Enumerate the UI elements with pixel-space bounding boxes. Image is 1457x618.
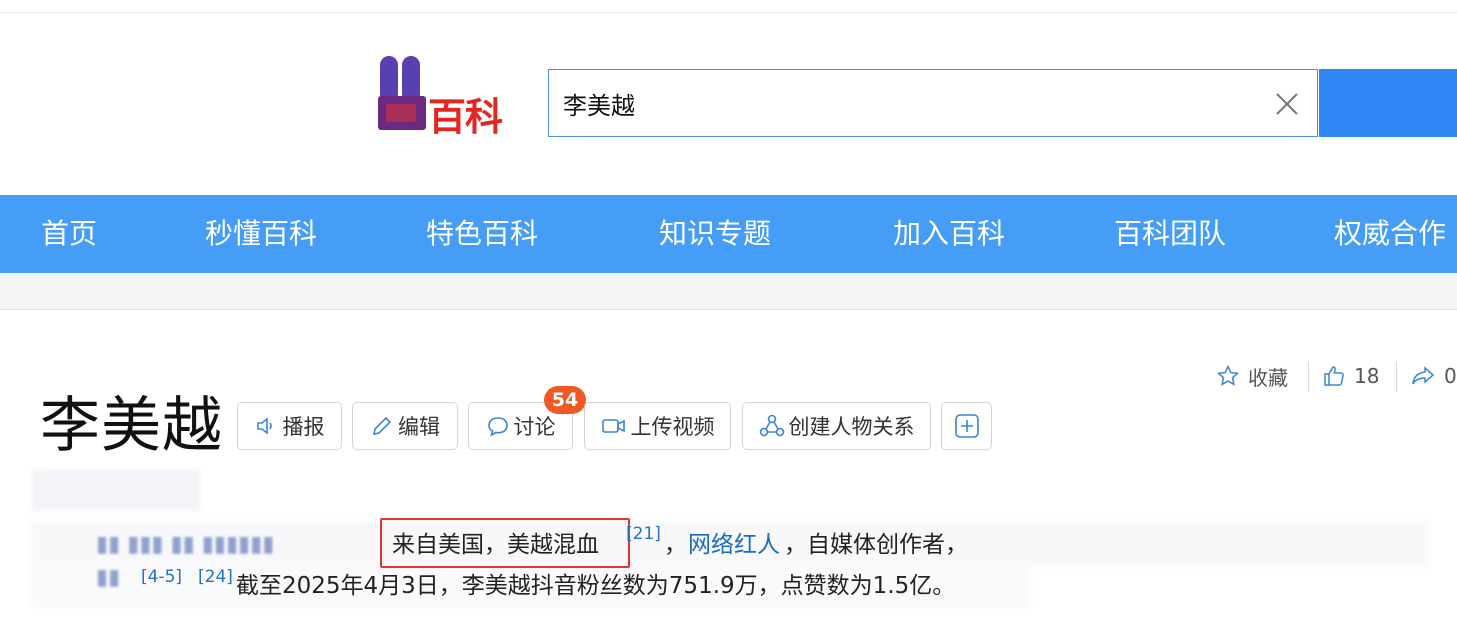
citation-4-5[interactable]: [4-5] — [141, 567, 182, 587]
summary-line1-rest: ，自媒体创作者， — [784, 532, 968, 558]
logo-ear-left — [380, 56, 398, 98]
create-relation-button[interactable]: 创建人物关系 — [742, 402, 931, 450]
upload-video-button[interactable]: 上传视频 — [584, 402, 731, 450]
nav-item-join[interactable]: 加入百科 — [893, 195, 1005, 273]
discuss-count-badge: 54 — [544, 386, 586, 414]
close-icon[interactable] — [1275, 92, 1299, 116]
nav-item-featured[interactable]: 特色百科 — [426, 195, 538, 273]
like-button[interactable]: 18 — [1322, 360, 1379, 392]
upload-video-label: 上传视频 — [630, 415, 715, 439]
add-more-button[interactable] — [941, 402, 992, 450]
citation-21[interactable]: [21] — [626, 524, 661, 544]
edit-button[interactable]: 编辑 — [352, 402, 458, 450]
search-button[interactable] — [1319, 69, 1457, 137]
speaker-icon — [256, 417, 272, 435]
top-divider — [0, 12, 1457, 13]
share-button[interactable]: 0 — [1410, 360, 1457, 392]
logo-text: 百科 — [428, 95, 503, 139]
nav-item-partners[interactable]: 权威合作 — [1334, 195, 1446, 273]
favorite-button[interactable]: 收藏 — [1216, 360, 1288, 392]
main-nav: 首页 秒懂百科 特色百科 知识专题 加入百科 百科团队 权威合作 — [0, 195, 1457, 273]
blurred-region — [32, 470, 200, 510]
logo-ear-right — [402, 56, 420, 98]
page-title: 李美越 — [40, 391, 223, 461]
thumbs-up-icon — [1324, 366, 1344, 386]
discuss-label: 讨论 — [513, 415, 556, 439]
star-icon — [1216, 364, 1240, 386]
sub-bar — [0, 273, 1457, 310]
edit-label: 编辑 — [398, 415, 440, 439]
share-count: 0 — [1444, 364, 1457, 388]
favorite-label: 收藏 — [1248, 365, 1288, 390]
baike-logo[interactable]: 百科 — [378, 56, 528, 139]
divider — [1308, 362, 1309, 392]
nav-item-home[interactable]: 首页 — [41, 195, 97, 273]
nav-item-miaodong[interactable]: 秒懂百科 — [205, 195, 317, 273]
share-arrow-icon — [1412, 366, 1435, 385]
summary-line2: 截至2025年4月3日，李美越抖音粉丝数为751.9万，点赞数为1.5亿。 — [236, 573, 956, 599]
blurred-text: ▮▮ ▮▮▮ ▮▮ ▮▮▮▮▮▮ — [96, 532, 275, 557]
broadcast-label: 播报 — [282, 415, 325, 439]
logo-mark — [378, 96, 426, 130]
divider — [1396, 362, 1397, 392]
nav-item-topics[interactable]: 知识专题 — [659, 195, 771, 273]
citation-24[interactable]: [24] — [198, 567, 233, 587]
search-input[interactable] — [563, 84, 1263, 122]
plus-square-icon — [954, 414, 979, 438]
search-box — [548, 69, 1318, 137]
nav-item-team[interactable]: 百科团队 — [1114, 195, 1226, 273]
chat-bubble-icon — [487, 417, 508, 437]
relation-graph-icon — [759, 414, 784, 437]
summary-highlighted: 来自美国，美越混血 — [392, 532, 599, 558]
summary-sep: ， — [664, 532, 687, 558]
create-relation-label: 创建人物关系 — [788, 415, 915, 439]
broadcast-button[interactable]: 播报 — [237, 402, 342, 450]
link-internet-celebrity[interactable]: 网络红人 — [688, 530, 780, 560]
blurred-text: ▮▮ — [96, 565, 121, 590]
like-count: 18 — [1354, 364, 1380, 388]
pencil-icon — [372, 416, 392, 436]
video-camera-icon — [601, 419, 625, 433]
